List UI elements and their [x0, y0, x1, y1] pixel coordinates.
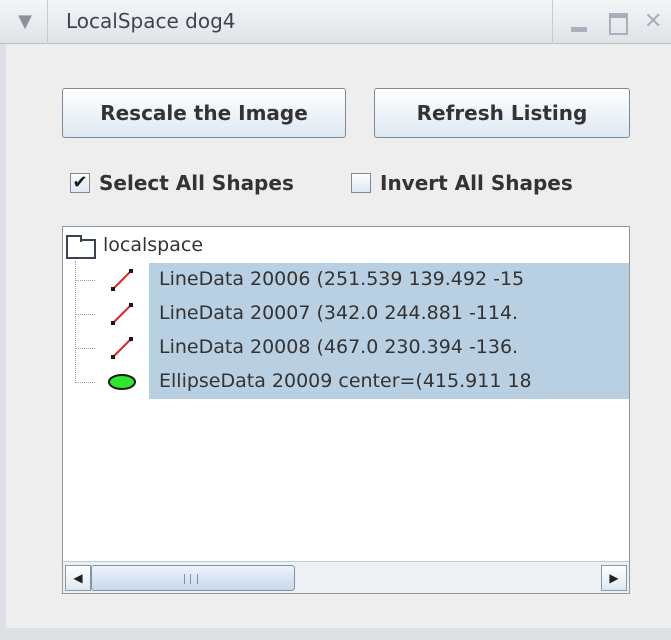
tree-item-line-20007[interactable]: LineData 20007 (342.0 244.881 -114. — [63, 297, 629, 331]
line-data-icon — [111, 269, 133, 291]
tree-item-label: LineData 20008 (467.0 230.394 -136. — [159, 336, 519, 358]
scroll-right-arrow-icon[interactable]: ▶ — [601, 565, 627, 591]
line-data-icon — [111, 337, 133, 359]
shape-tree[interactable]: localspace LineData 20006 (251.539 139.4… — [62, 226, 630, 594]
tree-item-label: EllipseData 20009 center=(415.911 18 — [159, 370, 532, 392]
tree-branch-line — [75, 382, 95, 383]
line-data-icon — [111, 303, 133, 325]
scrollbar-grip-icon — [184, 574, 198, 584]
refresh-listing-button[interactable]: Refresh Listing — [374, 88, 630, 138]
title-bar[interactable]: ▼ LocalSpace dog4 ✕ — [0, 0, 671, 44]
checkbox-checked-icon[interactable]: ✔ — [70, 173, 90, 193]
tree-item-label: LineData 20007 (342.0 244.881 -114. — [159, 302, 519, 324]
select-all-shapes-checkbox[interactable]: ✔ Select All Shapes — [70, 169, 294, 197]
window-bottom-border — [0, 628, 671, 640]
select-all-shapes-label: Select All Shapes — [99, 171, 294, 195]
maximize-icon[interactable] — [606, 10, 630, 35]
tree-branch-line — [75, 280, 95, 281]
tree-item-line-20008[interactable]: LineData 20008 (467.0 230.394 -136. — [63, 331, 629, 365]
title-separator — [47, 0, 48, 44]
horizontal-scrollbar[interactable]: ◀ ▶ — [63, 561, 629, 593]
title-separator — [552, 0, 553, 44]
folder-icon — [66, 235, 96, 259]
close-icon[interactable]: ✕ — [644, 10, 668, 34]
tree-root-label[interactable]: localspace — [103, 234, 203, 256]
window-title: LocalSpace dog4 — [66, 9, 236, 33]
tree-branch-line — [75, 348, 95, 349]
invert-all-shapes-checkbox[interactable]: Invert All Shapes — [351, 169, 573, 197]
scroll-left-arrow-icon[interactable]: ◀ — [65, 565, 91, 591]
tree-item-line-20006[interactable]: LineData 20006 (251.539 139.492 -15 — [63, 263, 629, 297]
tree-branch-line — [75, 314, 95, 315]
scrollbar-thumb[interactable] — [91, 565, 295, 591]
checkbox-unchecked-icon[interactable] — [351, 173, 371, 193]
window-menu-chevron-icon[interactable]: ▼ — [14, 12, 36, 32]
localspace-window: ▼ LocalSpace dog4 ✕ Rescale the Image Re… — [0, 0, 671, 640]
minimize-icon[interactable] — [567, 10, 591, 34]
tree-item-ellipse-20009[interactable]: EllipseData 20009 center=(415.911 18 — [63, 365, 629, 399]
invert-all-shapes-label: Invert All Shapes — [380, 171, 573, 195]
ellipse-data-icon — [108, 374, 136, 390]
rescale-image-button[interactable]: Rescale the Image — [62, 88, 346, 138]
tree-item-label: LineData 20006 (251.539 139.492 -15 — [159, 268, 525, 290]
window-left-border — [0, 44, 6, 640]
